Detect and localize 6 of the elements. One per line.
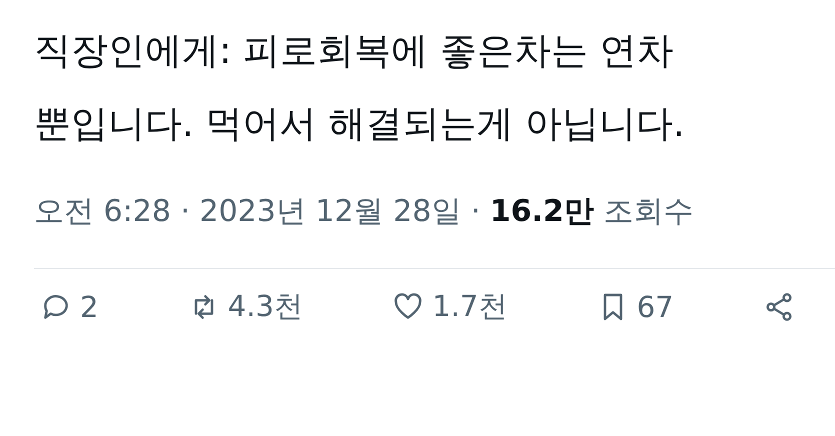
reply-button[interactable]: 2 (40, 290, 98, 324)
like-button[interactable]: 1.7천 (392, 287, 508, 327)
tweet-text: 직장인에게: 피로회복에 좋은차는 연차 뿐입니다. 먹어서 해결되는게 아닙니다. (34, 28, 686, 147)
repost-button[interactable]: 4.3천 (188, 287, 303, 327)
tweet-meta: 오전 6:28 · 2023년 12월 28일 · 16.2만 조회수 (34, 193, 694, 231)
bookmark-button[interactable]: 67 (596, 290, 674, 324)
